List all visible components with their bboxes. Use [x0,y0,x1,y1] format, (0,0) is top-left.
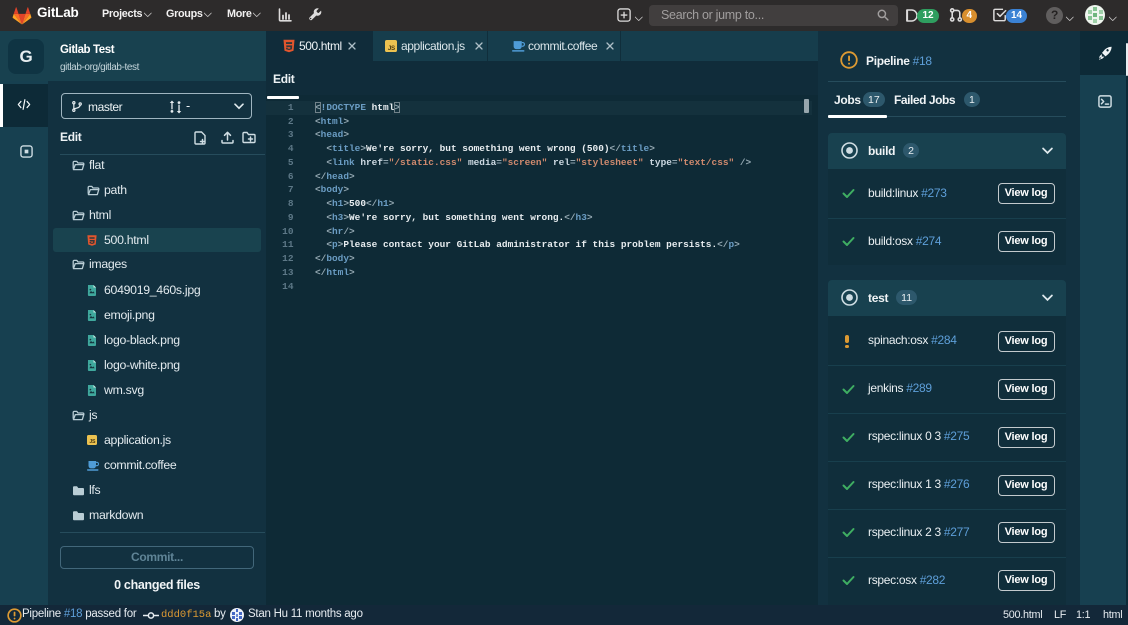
svg-text:JS: JS [89,439,96,445]
svg-text:JS: JS [388,45,395,52]
